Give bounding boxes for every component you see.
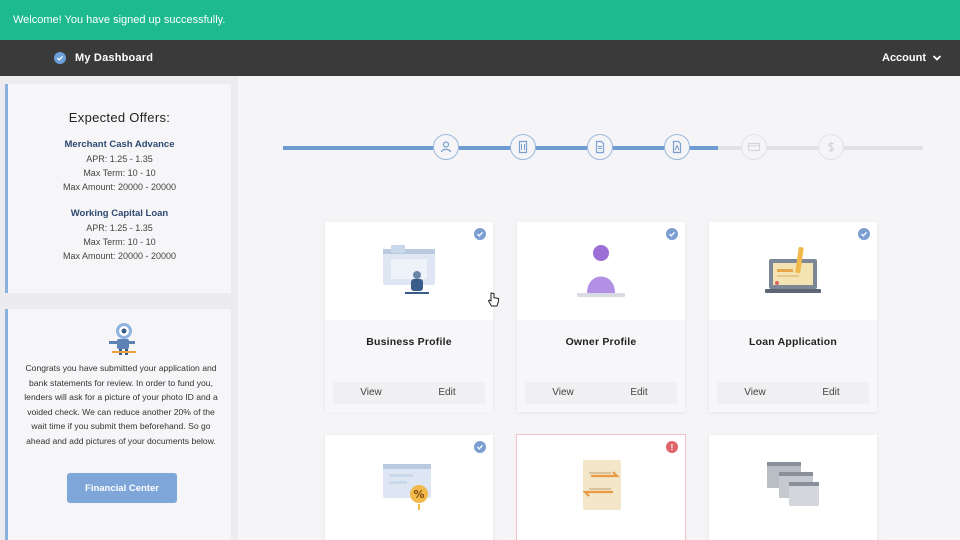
- check-badge-icon: [666, 228, 678, 240]
- check-badge-icon: [474, 441, 486, 453]
- step-pdf[interactable]: [664, 134, 690, 160]
- progress-fill: [283, 146, 718, 150]
- progress-tracker: [283, 132, 933, 162]
- loan-application-icon: [765, 246, 821, 293]
- offer-apr: APR: 1.25 - 1.35: [86, 223, 153, 233]
- step-user[interactable]: [433, 134, 459, 160]
- offer-apr: APR: 1.25 - 1.35: [86, 154, 153, 164]
- pdf-icon: [672, 140, 682, 154]
- success-banner: Welcome! You have signed up successfully…: [0, 0, 960, 40]
- loan-application-card[interactable]: Loan Application View Edit: [709, 222, 877, 412]
- step-dollar[interactable]: [818, 134, 844, 160]
- rates-document-icon: %: [383, 464, 431, 510]
- building-icon: [518, 140, 528, 154]
- expected-offers-panel: Expected Offers: Merchant Cash Advance A…: [5, 84, 231, 293]
- dashboard-title: My Dashboard: [75, 52, 154, 64]
- alert-badge-icon: !: [666, 441, 678, 453]
- card-title: Owner Profile: [565, 336, 637, 348]
- owner-profile-card[interactable]: Owner Profile View Edit: [517, 222, 685, 412]
- check-badge-icon: [858, 228, 870, 240]
- top-nav: My Dashboard Account: [0, 40, 960, 76]
- chevron-down-icon: [932, 55, 942, 61]
- card-title: Business Profile: [366, 336, 452, 348]
- offer-amount: Max Amount: 20000 - 20000: [62, 251, 177, 261]
- banner-text: Welcome! You have signed up successfully…: [13, 14, 226, 26]
- check-circle-icon: [54, 52, 66, 64]
- congrats-panel: Congrats you have submitted your applica…: [5, 309, 231, 540]
- owner-profile-icon: [577, 245, 625, 297]
- business-profile-icon: [383, 245, 435, 294]
- offer-amount: Max Amount: 20000 - 20000: [62, 182, 177, 192]
- step-document[interactable]: [587, 134, 613, 160]
- dashboard-link[interactable]: My Dashboard: [54, 52, 153, 64]
- business-profile-card[interactable]: Business Profile View Edit: [325, 222, 493, 412]
- cursor-icon: [487, 292, 499, 307]
- transfer-document-icon: [582, 460, 621, 510]
- offer-item: Merchant Cash Advance APR: 1.25 - 1.35 M…: [8, 138, 231, 194]
- congrats-text: Congrats you have submitted your applica…: [24, 363, 218, 446]
- transfer-document-card[interactable]: !: [517, 435, 685, 540]
- offer-name: Merchant Cash Advance: [64, 139, 175, 150]
- dollar-icon: [828, 142, 835, 152]
- account-label: Account: [882, 52, 926, 64]
- user-icon: [440, 141, 452, 153]
- robot-icon: [109, 323, 136, 355]
- main-content: Business Profile View Edit Owner Profile…: [238, 76, 960, 540]
- offer-name: Working Capital Loan: [70, 208, 169, 219]
- browser-windows-card[interactable]: [709, 435, 877, 540]
- offer-term: Max Term: 10 - 10: [83, 168, 156, 178]
- account-menu[interactable]: Account: [882, 40, 942, 76]
- offers-title: Expected Offers:: [68, 110, 171, 125]
- rates-document-card[interactable]: %: [325, 435, 493, 540]
- browser-windows-icon: [767, 462, 819, 506]
- check-badge-icon: [474, 228, 486, 240]
- edit-button[interactable]: Edit: [793, 382, 869, 404]
- edit-button[interactable]: Edit: [409, 382, 485, 404]
- card-title: Loan Application: [749, 336, 837, 348]
- document-icon: [595, 140, 605, 154]
- svg-text:%: %: [413, 488, 424, 501]
- step-building[interactable]: [510, 134, 536, 160]
- offer-item: Working Capital Loan APR: 1.25 - 1.35 Ma…: [8, 207, 231, 263]
- sidebar: Expected Offers: Merchant Cash Advance A…: [0, 76, 238, 540]
- offer-term: Max Term: 10 - 10: [83, 237, 156, 247]
- edit-button[interactable]: Edit: [601, 382, 677, 404]
- step-card[interactable]: [741, 134, 767, 160]
- card-icon: [747, 142, 761, 152]
- financial-center-button[interactable]: Financial Center: [67, 473, 177, 503]
- view-button[interactable]: View: [333, 382, 409, 404]
- view-button[interactable]: View: [525, 382, 601, 404]
- view-button[interactable]: View: [717, 382, 793, 404]
